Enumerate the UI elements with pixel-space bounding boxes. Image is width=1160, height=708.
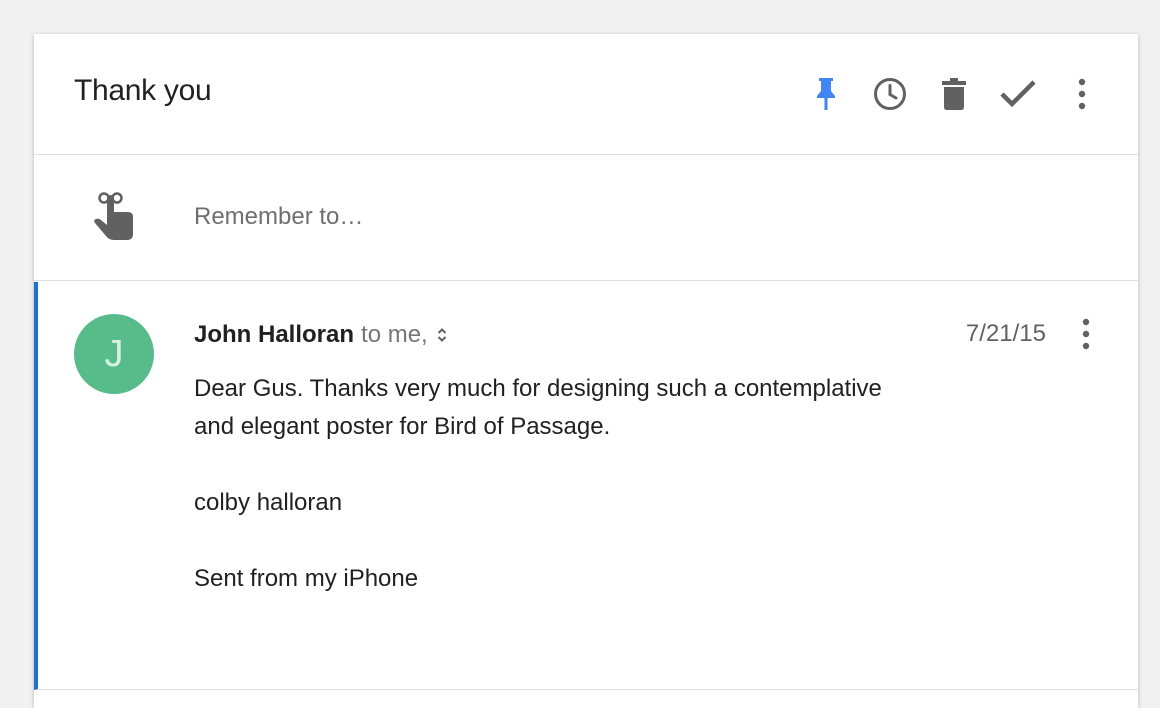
message-item: J John Halloran to me, 7/21/15 Dear Gus.… <box>34 282 1138 690</box>
check-icon <box>1000 80 1036 108</box>
signature-line: colby halloran <box>194 489 343 516</box>
trash-icon <box>942 78 966 110</box>
reminder-input[interactable] <box>194 201 894 233</box>
email-thread-card: Thank you Remember to… J John Halloran t… <box>34 34 1138 708</box>
body-line: and elegant poster for Bird of Passage. <box>194 413 611 440</box>
thread-header: Thank you <box>34 34 1138 155</box>
sender-name[interactable]: John Halloran <box>194 321 354 349</box>
finger-string-reminder-icon <box>94 192 133 240</box>
thread-more-button[interactable] <box>1062 74 1102 114</box>
footer-line: Sent from my iPhone <box>194 565 419 592</box>
reminder-row <box>34 156 1138 281</box>
sender-avatar[interactable]: J <box>74 314 154 394</box>
pin-icon <box>817 78 835 110</box>
more-vert-icon <box>1082 318 1090 350</box>
avatar-letter: J <box>104 332 124 375</box>
delete-button[interactable] <box>934 74 974 114</box>
more-vert-icon <box>1078 78 1086 110</box>
message-date: 7/21/15 <box>965 320 1046 347</box>
thread-toolbar <box>34 74 1138 114</box>
clock-icon <box>874 78 906 110</box>
snooze-button[interactable] <box>870 74 910 114</box>
message-header: John Halloran to me, <box>194 320 448 350</box>
pin-button[interactable] <box>806 74 846 114</box>
unfold-icon <box>437 328 446 342</box>
recipients-text: to me, <box>361 321 428 348</box>
message-body: Dear Gus. Thanks very much for designing… <box>194 370 994 598</box>
message-more-button[interactable] <box>1066 314 1106 354</box>
done-button[interactable] <box>998 74 1038 114</box>
expand-details-button[interactable] <box>436 326 448 344</box>
body-line: Dear Gus. Thanks very much for designing… <box>194 375 882 402</box>
